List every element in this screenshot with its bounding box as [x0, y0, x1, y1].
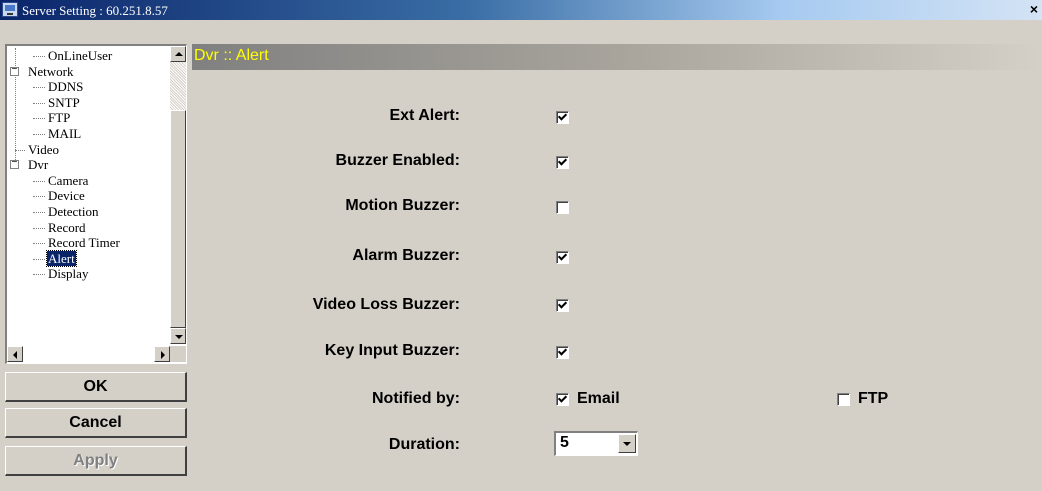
tree-item-mail[interactable]: MAIL [7, 126, 167, 142]
tree-item-ddns[interactable]: DDNS [7, 79, 167, 95]
duration-label: Duration: [388, 436, 460, 453]
notify-email-checkbox[interactable] [556, 393, 569, 406]
tree-item-record[interactable]: Record [7, 220, 167, 236]
down-arrow-icon [175, 335, 183, 339]
tree-branch-line [33, 227, 45, 229]
collapse-icon[interactable]: − [10, 65, 19, 76]
buzzer-enabled-label: Buzzer Enabled: [335, 152, 460, 169]
tree-item-label: Network [28, 63, 74, 79]
horizontal-scroll-track[interactable] [23, 346, 153, 362]
tree-branch-line [33, 56, 45, 57]
tree-item-network[interactable]: − Network [7, 64, 167, 80]
tree-item-label: Display [48, 266, 89, 282]
tree-branch-line [33, 102, 45, 104]
section-header: Dvr :: Alert [192, 44, 1042, 70]
tree-item-label: Device [48, 188, 85, 204]
tree-branch-line [33, 87, 45, 89]
key-input-buzzer-checkbox[interactable] [556, 346, 569, 359]
notified-by-label: Notified by: [372, 390, 460, 407]
tree-item-label: Video [28, 141, 59, 157]
scrollbar-corner [170, 346, 186, 362]
notify-ftp-checkbox[interactable] [837, 393, 850, 406]
duration-value: 5 [560, 434, 569, 451]
server-window-icon [2, 2, 18, 17]
settings-tree[interactable]: OnLineUser − Network DDNS SNTP FTP MAIL Video − D… [5, 44, 187, 364]
tree-branch-line [33, 118, 45, 120]
tree-branch-line [15, 149, 25, 151]
tree-branch-line [33, 180, 45, 182]
alarm-buzzer-label: Alarm Buzzer: [352, 247, 460, 264]
alarm-buzzer-checkbox[interactable] [556, 251, 569, 264]
motion-buzzer-label: Motion Buzzer: [345, 197, 460, 214]
tree-horizontal-scrollbar[interactable] [7, 346, 170, 362]
collapse-icon[interactable]: − [10, 159, 19, 170]
right-arrow-icon [161, 351, 165, 359]
tree-item-label: Record [48, 219, 86, 235]
up-arrow-icon [175, 52, 183, 56]
tree-item-label: MAIL [48, 125, 82, 141]
section-title: Dvr :: Alert [194, 47, 269, 64]
scroll-down-button[interactable] [170, 328, 186, 344]
tree-item-camera[interactable]: Camera [7, 173, 167, 189]
duration-select[interactable]: 5 [554, 431, 638, 456]
video-loss-buzzer-checkbox[interactable] [556, 299, 569, 312]
tree-item-record-timer[interactable]: Record Timer [7, 235, 167, 251]
notify-ftp-label: FTP [858, 390, 889, 407]
ext-alert-checkbox[interactable] [556, 111, 569, 124]
key-input-buzzer-label: Key Input Buzzer: [324, 342, 460, 359]
ok-button[interactable]: OK [5, 372, 187, 402]
tree-item-label: FTP [48, 110, 71, 126]
vertical-scroll-thumb[interactable] [170, 110, 186, 328]
tree-item-display[interactable]: Display [7, 266, 167, 282]
tree-item-label: OnLineUser [48, 48, 113, 63]
tree-item-label: Dvr [28, 157, 49, 173]
tree-branch-line [33, 196, 45, 198]
tree-item-ftp[interactable]: FTP [7, 110, 167, 126]
motion-buzzer-checkbox[interactable] [556, 201, 569, 214]
tree-item-label: Detection [48, 203, 99, 219]
video-loss-buzzer-label: Video Loss Buzzer: [312, 296, 460, 313]
tree-item-detection[interactable]: Detection [7, 204, 167, 220]
tree-item-sntp[interactable]: SNTP [7, 95, 167, 111]
left-arrow-icon [13, 351, 17, 359]
scroll-up-button[interactable] [170, 46, 186, 62]
tree-item-alert[interactable]: Alert [7, 249, 167, 267]
tree-item-video[interactable]: Video [7, 142, 167, 158]
tree-item-label: SNTP [48, 94, 80, 110]
scroll-right-button[interactable] [154, 346, 170, 362]
cancel-button[interactable]: Cancel [5, 408, 187, 438]
buzzer-enabled-checkbox[interactable] [556, 156, 569, 169]
close-button[interactable]: × [1026, 2, 1042, 18]
title-bar: Server Setting : 60.251.8.57 × [0, 0, 1042, 20]
tree-item-label: Record Timer [48, 235, 120, 251]
tree-item-label: DDNS [48, 79, 84, 95]
tree-branch-line [33, 258, 45, 260]
notify-email-label: Email [577, 390, 620, 407]
window-title: Server Setting : 60.251.8.57 [22, 3, 168, 18]
ext-alert-label: Ext Alert: [389, 107, 460, 124]
tree-item-onlineuser[interactable]: OnLineUser [7, 48, 167, 64]
tree-branch-line [33, 274, 45, 276]
dropdown-arrow-icon[interactable] [618, 434, 636, 453]
scroll-left-button[interactable] [7, 346, 23, 362]
tree-vertical-scrollbar[interactable] [170, 46, 186, 344]
tree-item-label: Camera [48, 172, 89, 188]
tree-list: OnLineUser − Network DDNS SNTP FTP MAIL Video − D… [7, 48, 167, 282]
tree-item-device[interactable]: Device [7, 188, 167, 204]
tree-branch-line [33, 211, 45, 213]
tree-branch-line [33, 243, 45, 245]
tree-item-label: Alert [46, 249, 77, 267]
tree-item-dvr[interactable]: − Dvr [7, 157, 167, 173]
apply-button[interactable]: Apply [5, 446, 187, 476]
tree-branch-line [33, 133, 45, 135]
